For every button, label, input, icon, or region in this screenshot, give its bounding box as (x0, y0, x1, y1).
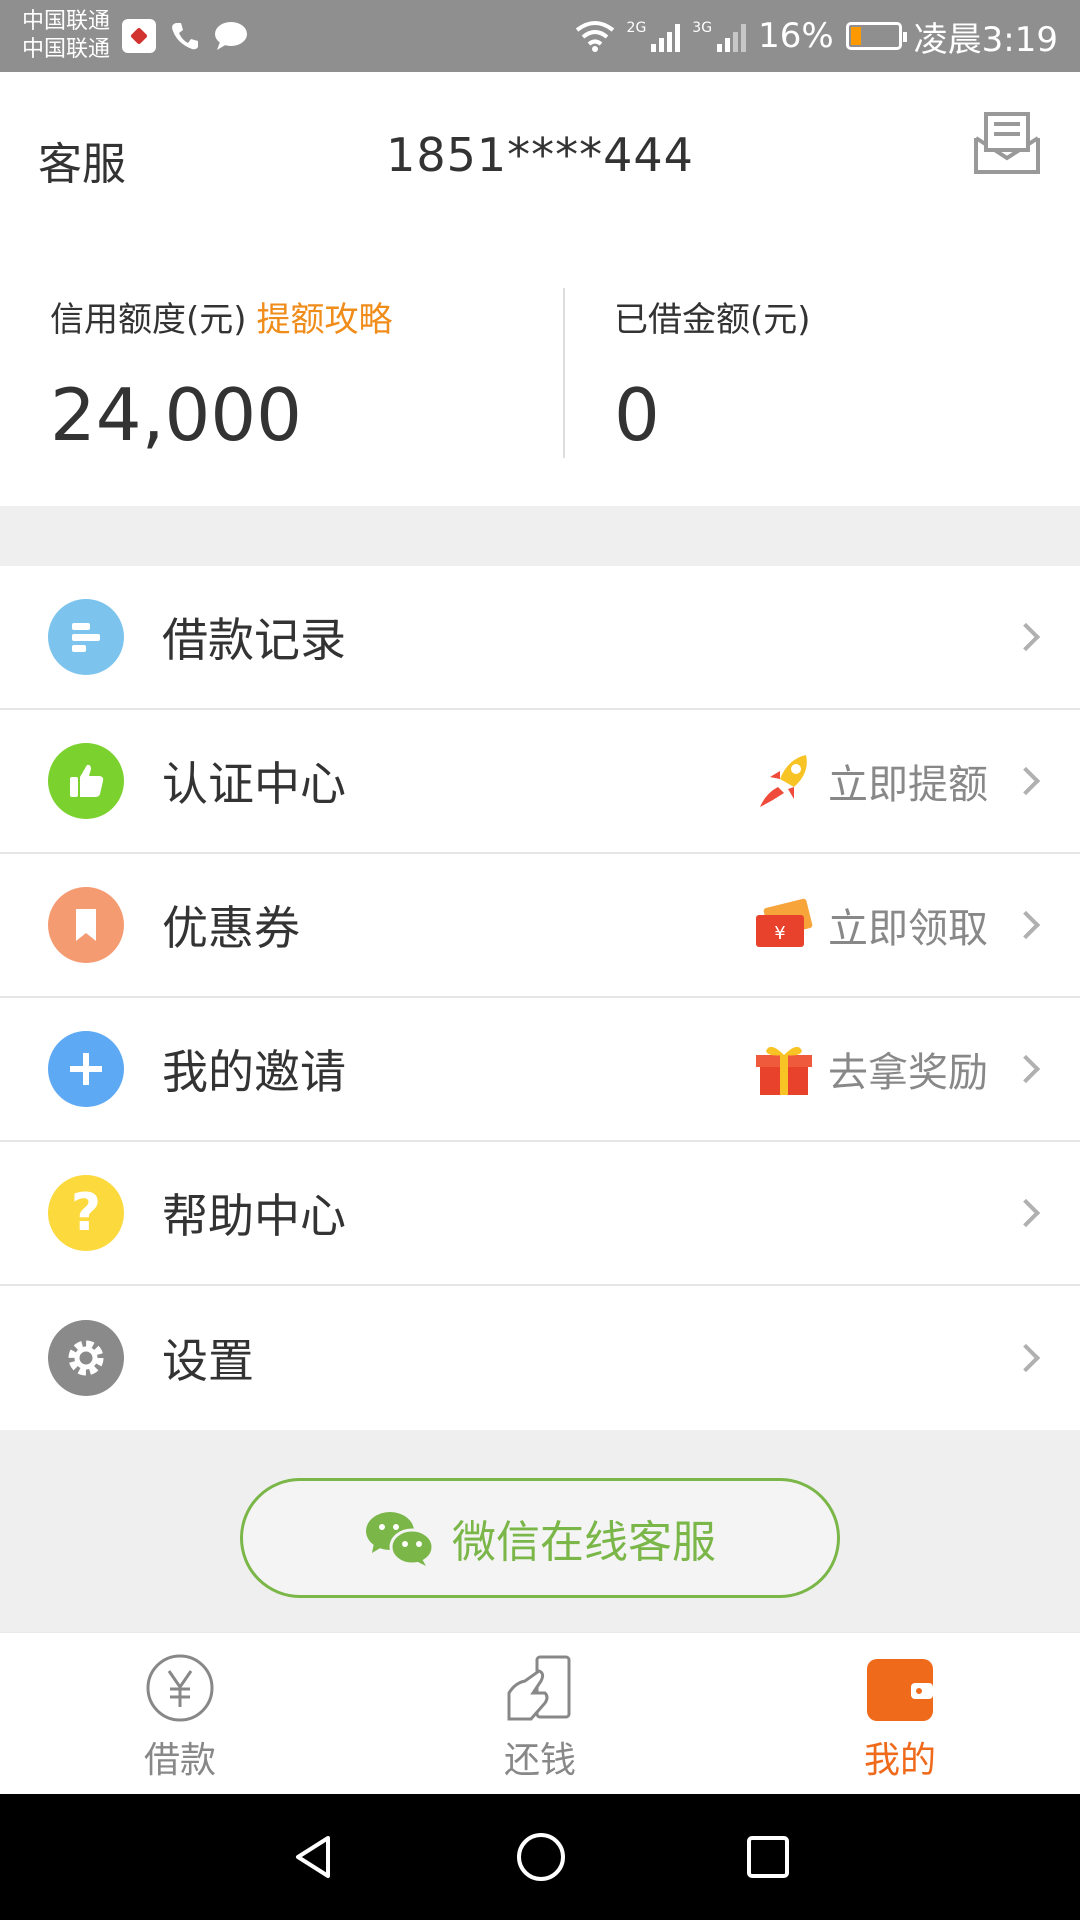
menu-item-coupons[interactable]: 优惠券 ¥ 立即领取 (0, 854, 1080, 998)
back-icon[interactable] (288, 1832, 338, 1882)
wechat-service-button[interactable]: 微信在线客服 (240, 1478, 840, 1598)
menu-item-settings[interactable]: 设置 (0, 1286, 1080, 1430)
net-type-2: 3G (692, 20, 713, 36)
borrowed-amount-label: 已借金额(元) (614, 300, 811, 340)
gift-icon (756, 1046, 812, 1095)
borrowed-amount-value: 0 (614, 373, 660, 457)
carrier-info: 中国联通 中国联通 (22, 8, 110, 64)
chevron-right-icon (1011, 1054, 1041, 1084)
credit-summary: 信用额度(元) 提额攻略 24,000 已借金额(元) 0 (0, 242, 1080, 506)
bottom-tab-bar: 借款 还钱 我的 (0, 1632, 1080, 1794)
menu-item-hint: 立即提额 (828, 762, 988, 808)
chevron-right-icon (1011, 1343, 1041, 1373)
chevron-right-icon (1011, 910, 1041, 940)
chat-bubble-icon (215, 22, 248, 50)
status-bar: 中国联通 中国联通 2G 3G 16% 凌晨3:19 (0, 0, 1080, 72)
repay-icon (507, 1655, 571, 1721)
tab-label: 还钱 (503, 1740, 576, 1781)
header: 客服 1851****444 (0, 72, 1080, 242)
menu-item-label: 设置 (162, 1334, 254, 1388)
gear-icon (48, 1320, 124, 1396)
chevron-right-icon (1011, 766, 1041, 796)
tab-label: 借款 (143, 1740, 216, 1781)
menu-item-hint: 立即领取 (828, 906, 988, 952)
net-type-1: 2G (626, 20, 647, 36)
carrier-1: 中国联通 (22, 9, 111, 34)
tab-label: 我的 (863, 1740, 936, 1781)
menu-item-label: 优惠券 (162, 901, 300, 955)
home-icon[interactable] (515, 1831, 567, 1883)
app-notification-icon (122, 19, 157, 53)
wallet-icon (867, 1659, 933, 1721)
rocket-icon (760, 755, 807, 807)
raise-limit-link[interactable]: 提额攻略 (257, 300, 393, 340)
battery-percent: 16% (758, 16, 834, 56)
signal-3g-icon: 3G (692, 20, 747, 52)
question-icon: ? (48, 1175, 124, 1251)
credit-limit-value: 24,000 (50, 373, 302, 457)
menu-item-help-center[interactable]: ? 帮助中心 (0, 1142, 1080, 1286)
chevron-right-icon (1011, 1198, 1041, 1228)
carrier-2: 中国联通 (22, 37, 111, 62)
system-nav-bar (0, 1794, 1080, 1920)
list-icon (48, 599, 124, 675)
menu-item-invitations[interactable]: 我的邀请 去拿奖励 (0, 998, 1080, 1142)
menu-item-label: 我的邀请 (162, 1045, 346, 1099)
signal-2g-icon: 2G (627, 20, 681, 52)
menu-item-verification[interactable]: 认证中心 立即提额 (0, 710, 1080, 854)
plus-icon (48, 1031, 124, 1107)
menu-item-hint: 去拿奖励 (828, 1050, 988, 1096)
yuan-icon (146, 1654, 214, 1722)
svg-text:¥: ¥ (774, 923, 785, 944)
menu-item-label: 认证中心 (162, 757, 346, 811)
wechat-service-label: 微信在线客服 (452, 1517, 716, 1568)
clock: 凌晨3:19 (913, 19, 1058, 60)
menu-item-label: 帮助中心 (162, 1189, 346, 1243)
menu-item-loan-records[interactable]: 借款记录 (0, 566, 1080, 710)
envelope-icon[interactable] (972, 108, 1042, 176)
divider (563, 288, 565, 458)
recents-icon[interactable] (744, 1833, 792, 1881)
wifi-icon (575, 21, 614, 52)
menu-item-label: 借款记录 (162, 613, 346, 667)
phone-call-icon (172, 23, 199, 50)
credit-limit-label: 信用额度(元) (50, 300, 247, 340)
bookmark-icon (48, 887, 124, 963)
coupon-icon: ¥ (756, 898, 813, 947)
menu-list: 借款记录 认证中心 立即提额 优惠券 ¥ 立即领取 我的邀请 去拿奖励 ? 帮助… (0, 566, 1080, 1430)
tab-repay[interactable]: 还钱 (360, 1633, 720, 1794)
thumbs-up-icon (48, 743, 124, 819)
chevron-right-icon (1011, 622, 1041, 652)
account-phone: 1851****444 (386, 128, 694, 182)
battery-icon (845, 22, 907, 50)
tab-borrow[interactable]: 借款 (0, 1633, 360, 1794)
wechat-icon (366, 1512, 434, 1566)
tab-mine[interactable]: 我的 (720, 1633, 1080, 1794)
